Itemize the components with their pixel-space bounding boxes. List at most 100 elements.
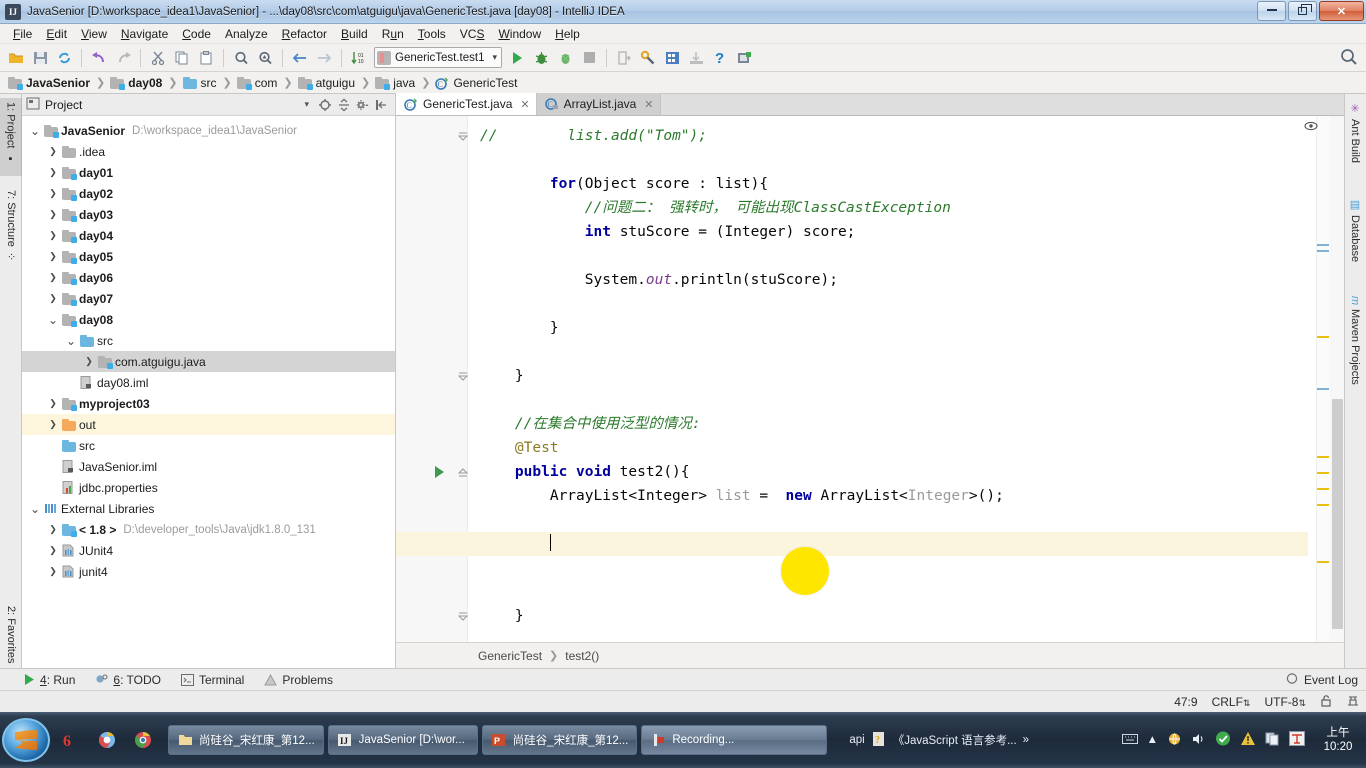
menu-file[interactable]: FFileile — [6, 25, 39, 43]
tree-node-day08[interactable]: ⌄ day08 — [22, 309, 395, 330]
breadcrumb-java[interactable]: java — [373, 72, 418, 94]
project-structure-icon[interactable] — [661, 47, 683, 69]
exit-icon[interactable] — [613, 47, 635, 69]
restore-button[interactable] — [1288, 1, 1317, 21]
chevron-down-icon[interactable]: ⌄ — [64, 335, 78, 347]
tree-node-day08-iml[interactable]: · day08.iml — [22, 372, 395, 393]
chevron-right-icon[interactable]: ❯ — [46, 566, 60, 577]
paste-icon[interactable] — [195, 47, 217, 69]
code-line[interactable] — [480, 532, 1308, 556]
code-line[interactable] — [480, 244, 1308, 268]
breadcrumb-src[interactable]: src — [181, 72, 220, 94]
tree-node--idea[interactable]: ❯ .idea — [22, 141, 395, 162]
code-line[interactable]: @Test — [480, 436, 1308, 460]
tab-arraylist-java[interactable]: C ArrayList.java ✕ — [536, 93, 661, 115]
scrollbar-thumb[interactable] — [1332, 399, 1343, 629]
chrome-icon[interactable] — [132, 729, 154, 751]
tree-node-day04[interactable]: ❯ day04 — [22, 225, 395, 246]
code-line[interactable] — [480, 340, 1308, 364]
breadcrumb-class[interactable]: GenericTest — [478, 649, 542, 663]
unlocked-icon[interactable] — [1320, 694, 1332, 710]
code-editor[interactable]: 3031323334353637383940414243444546474849… — [396, 116, 1344, 642]
sidebar-item-database[interactable]: ▤ Database — [1344, 194, 1366, 282]
tab-generictest-java[interactable]: C GenericTest.java ✕ — [396, 93, 537, 115]
code-line[interactable]: int stuScore = (Integer) score; — [480, 220, 1308, 244]
code-line[interactable] — [480, 292, 1308, 316]
fold-end-icon[interactable] — [457, 611, 469, 625]
code-line[interactable]: } — [480, 316, 1308, 340]
breadcrumb-method[interactable]: test2() — [565, 649, 599, 663]
inspections-icon[interactable] — [1346, 694, 1360, 710]
tree-node-javasenior[interactable]: ⌄ JavaSenior D:\workspace_idea1\JavaSenior — [22, 120, 395, 141]
chevron-right-icon[interactable]: ❯ — [46, 209, 60, 220]
code-line[interactable]: public void test2(){ — [480, 460, 1308, 484]
chevron-down-icon[interactable]: ▾ — [304, 99, 309, 110]
chevron-right-icon[interactable]: ❯ — [46, 419, 60, 430]
tree-node-myproject03[interactable]: ❯ myproject03 — [22, 393, 395, 414]
sidebar-item-ant-build[interactable]: ✳ Ant Build — [1344, 98, 1366, 184]
overflow-icon[interactable]: » — [1023, 734, 1029, 746]
run-configuration-selector[interactable]: GenericTest.test1 ▾ — [374, 47, 502, 68]
help-icon[interactable]: ? — [709, 47, 731, 69]
menu-help[interactable]: Help — [548, 25, 587, 43]
menu-run[interactable]: Run — [375, 25, 411, 43]
tree-node-day06[interactable]: ❯ day06 — [22, 267, 395, 288]
line-separator-selector[interactable]: CRLF⇅ — [1212, 695, 1251, 709]
menu-view[interactable]: View — [74, 25, 114, 43]
menu-edit[interactable]: Edit — [39, 25, 74, 43]
close-button[interactable]: ✕ — [1319, 1, 1364, 21]
copy-icon[interactable] — [171, 47, 193, 69]
sidebar-item-project[interactable]: 1: Project ▪ — [0, 98, 22, 176]
code-line[interactable] — [480, 388, 1308, 412]
close-icon[interactable]: ✕ — [520, 98, 529, 111]
replace-icon[interactable] — [254, 47, 276, 69]
menu-refactor[interactable]: Refactor — [275, 25, 334, 43]
tree-node-src[interactable]: · src — [22, 435, 395, 456]
tree-node-day05[interactable]: ❯ day05 — [22, 246, 395, 267]
code-line[interactable] — [480, 628, 1308, 642]
menu-window[interactable]: Window — [491, 25, 548, 43]
breadcrumb-javasenior[interactable]: JavaSenior — [6, 72, 93, 94]
menu-vcs[interactable]: VCS — [453, 25, 492, 43]
toolwindow-todo[interactable]: 6: TODO — [95, 673, 161, 687]
sync-icon[interactable] — [53, 47, 75, 69]
chevron-down-icon[interactable]: ⌄ — [28, 503, 42, 515]
tree-node-external-libraries[interactable]: ⌄ External Libraries — [22, 498, 395, 519]
warning-icon[interactable] — [1240, 731, 1256, 749]
menu-code[interactable]: Code — [175, 25, 218, 43]
taskbar-doc-label[interactable]: 《JavaScript 语言参考... — [893, 732, 1017, 748]
javascript-doc-icon[interactable]: ? — [871, 731, 887, 750]
tree-node--1-8-[interactable]: ❯ < 1.8 > D:\developer_tools\Java\jdk1.8.0… — [22, 519, 395, 540]
toolwindow-run[interactable]: 4: Run — [24, 673, 75, 687]
run-icon[interactable] — [506, 47, 528, 69]
open-folder-icon[interactable] — [5, 47, 27, 69]
tree-node-javasenior-iml[interactable]: · JavaSenior.iml — [22, 456, 395, 477]
eye-icon[interactable] — [1304, 120, 1318, 134]
menu-tools[interactable]: Tools — [411, 25, 453, 43]
database-icon[interactable] — [733, 47, 755, 69]
gutter-run-icon[interactable] — [434, 466, 445, 481]
code-line[interactable]: } — [480, 604, 1308, 628]
start-button[interactable] — [2, 718, 50, 762]
sidebar-item-structure[interactable]: 7: Structure ⁘ — [0, 186, 22, 282]
fold-end-icon[interactable] — [457, 131, 469, 145]
chevron-down-icon[interactable]: ⌄ — [46, 314, 60, 326]
deploy-icon[interactable] — [685, 47, 707, 69]
menu-build[interactable]: Build — [334, 25, 375, 43]
run-coverage-icon[interactable] — [554, 47, 576, 69]
redo-icon[interactable] — [112, 47, 134, 69]
project-tree[interactable]: ⌄ JavaSenior D:\workspace_idea1\JavaSenior… — [22, 116, 395, 668]
breadcrumb-day08[interactable]: day08 — [108, 72, 165, 94]
fold-markers[interactable] — [454, 116, 480, 642]
debug-icon[interactable] — [530, 47, 552, 69]
code-line[interactable] — [480, 556, 1308, 580]
tree-node-junit4[interactable]: ❯ junit4 — [22, 561, 395, 582]
breadcrumb-generictest[interactable]: C GenericTest — [433, 72, 520, 94]
chevron-right-icon[interactable]: ❯ — [46, 167, 60, 178]
taskbar-clock[interactable]: 上午 10:20 — [1314, 726, 1362, 755]
menu-analyze[interactable]: Analyze — [218, 25, 275, 43]
event-log-button[interactable]: Event Log — [1286, 669, 1358, 691]
show-hidden-icon[interactable]: ▲ — [1147, 734, 1158, 746]
code-line[interactable] — [480, 580, 1308, 604]
close-icon[interactable]: ✕ — [644, 98, 653, 111]
